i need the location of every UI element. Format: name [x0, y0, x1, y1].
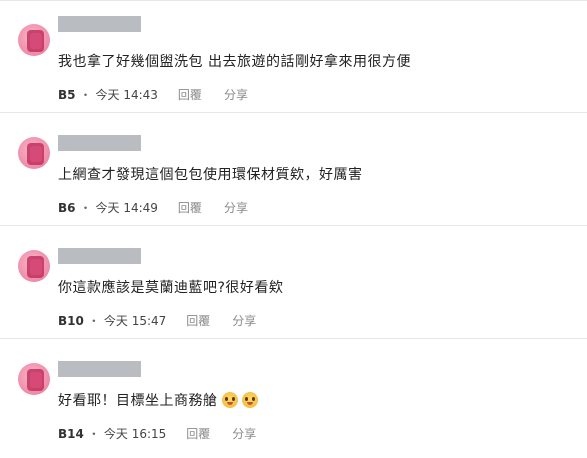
- comment-text-line: 好看耶！目標坐上商務艙: [58, 390, 258, 410]
- share-button[interactable]: 分享: [232, 425, 256, 442]
- meta-separator: ・: [87, 314, 100, 328]
- comment-meta: B10 ・ 今天 15:47 回覆 分享: [58, 312, 256, 329]
- share-button[interactable]: 分享: [224, 199, 248, 216]
- comment-item: 我也拿了好幾個盥洗包 出去旅遊的話剛好拿來用很方便 B5 ・ 今天 14:43 …: [0, 0, 587, 113]
- comment-meta: B14 ・ 今天 16:15 回覆 分享: [58, 425, 256, 442]
- comment-item: 好看耶！目標坐上商務艙 B14 ・ 今天 16:15 回覆 分享: [0, 339, 587, 452]
- comment-item: 上網查才發現這個包包使用環保材質欸，好厲害 B6 ・ 今天 14:49 回覆 分…: [0, 113, 587, 226]
- pleading-face-emoji-icon: [241, 392, 258, 408]
- avatar[interactable]: [18, 137, 50, 169]
- share-button[interactable]: 分享: [232, 312, 256, 329]
- reply-button[interactable]: 回覆: [186, 312, 210, 329]
- username-redacted[interactable]: [58, 361, 141, 377]
- meta-separator: ・: [79, 88, 92, 102]
- reply-button[interactable]: 回覆: [178, 86, 202, 103]
- comment-time: 今天 14:43: [95, 88, 158, 102]
- share-button[interactable]: 分享: [224, 86, 248, 103]
- comment-meta: B5 ・ 今天 14:43 回覆 分享: [58, 86, 248, 103]
- comment-time: 今天 16:15: [103, 427, 167, 441]
- meta-separator: ・: [79, 201, 92, 215]
- floor-label: B6: [58, 200, 76, 215]
- floor-label: B5: [58, 87, 76, 102]
- avatar[interactable]: [18, 24, 50, 56]
- username-redacted[interactable]: [58, 16, 141, 32]
- avatar[interactable]: [18, 363, 50, 395]
- reply-button[interactable]: 回覆: [186, 425, 210, 442]
- pleading-face-emoji-icon: [221, 392, 238, 408]
- avatar[interactable]: [18, 250, 50, 282]
- floor-label: B10: [58, 313, 84, 328]
- comment-text: 你這款應該是莫蘭迪藍吧?很好看欸: [58, 280, 284, 296]
- comment-time: 今天 14:49: [95, 201, 158, 215]
- floor-label: B14: [58, 426, 84, 441]
- comment-meta: B6 ・ 今天 14:49 回覆 分享: [58, 199, 248, 216]
- comment-text: 上網查才發現這個包包使用環保材質欸，好厲害: [58, 167, 363, 183]
- username-redacted[interactable]: [58, 248, 141, 264]
- meta-separator: ・: [87, 427, 100, 441]
- comment-item: 你這款應該是莫蘭迪藍吧?很好看欸 B10 ・ 今天 15:47 回覆 分享: [0, 226, 587, 339]
- reply-button[interactable]: 回覆: [178, 199, 202, 216]
- comment-text: 好看耶！目標坐上商務艙: [58, 393, 218, 409]
- comment-time: 今天 15:47: [103, 314, 167, 328]
- username-redacted[interactable]: [58, 135, 141, 151]
- comment-text: 我也拿了好幾個盥洗包 出去旅遊的話剛好拿來用很方便: [58, 54, 411, 70]
